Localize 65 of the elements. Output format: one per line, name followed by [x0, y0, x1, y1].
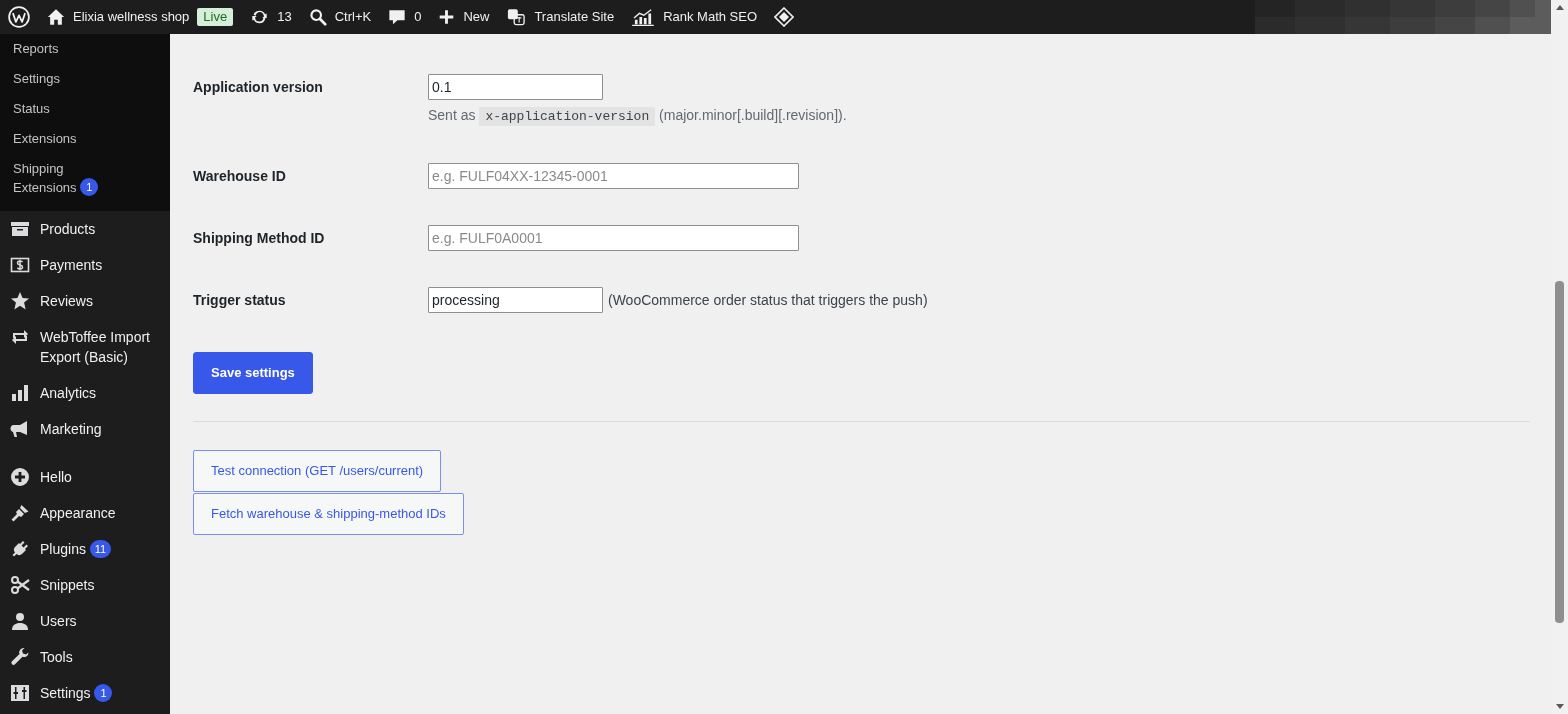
- count-badge: 1: [94, 684, 113, 702]
- menu-item[interactable]: Users: [0, 603, 170, 639]
- translate-site-link[interactable]: Translate Site: [506, 0, 615, 34]
- diamond-icon[interactable]: [774, 7, 795, 27]
- field-hint: (WooCommerce order status that triggers the push): [608, 291, 928, 310]
- count-badge: 1: [80, 178, 99, 196]
- field-description: Sent as x-application-version (major.minor[.build][.revision]).: [428, 106, 847, 127]
- test-connection-button[interactable]: Test connection (GET /users/current): [193, 450, 442, 492]
- star-icon: [10, 291, 30, 311]
- field-label: Trigger status: [193, 291, 287, 310]
- seo-menu-link[interactable]: Rank Math SEO: [631, 0, 758, 34]
- submenu-item[interactable]: Shipping Extensions 1: [0, 154, 170, 203]
- menu-item[interactable]: Hello: [0, 459, 170, 495]
- fetch-ids-button[interactable]: Fetch warehouse & shipping-method IDs: [193, 493, 464, 535]
- dollar-bill-icon: [10, 255, 30, 275]
- text-field[interactable]: 0.1: [428, 74, 603, 100]
- rising-chart-icon: [631, 8, 656, 26]
- menu-item[interactable]: Settings 1: [0, 675, 170, 711]
- sliders-icon: [10, 683, 30, 703]
- submenu-item[interactable]: Settings: [0, 64, 170, 94]
- scroll-up-icon[interactable]: [1555, 5, 1564, 10]
- paintbrush-icon: [10, 503, 30, 523]
- text-field[interactable]: e.g. FULF0A0001: [428, 225, 799, 251]
- field-label: Warehouse ID: [193, 167, 287, 186]
- submenu-item[interactable]: Status: [0, 94, 170, 124]
- scroll-down-icon[interactable]: [1555, 704, 1564, 709]
- count-badge: 11: [89, 540, 112, 558]
- plug-icon: [10, 539, 30, 559]
- search-icon: [308, 8, 327, 26]
- home-icon: [47, 8, 65, 26]
- menu-item[interactable]: Payments: [0, 247, 170, 283]
- text-field[interactable]: e.g. FULF04XX-12345-0001: [428, 163, 799, 189]
- logo-icon[interactable]: [8, 6, 30, 28]
- wrench-icon: [10, 647, 30, 667]
- menu-item[interactable]: WebToffee Import Export (Basic): [0, 319, 170, 375]
- field-label: Shipping Method ID: [193, 229, 326, 248]
- scrollbar-thumb[interactable]: [1555, 281, 1564, 623]
- user-icon: [10, 611, 30, 631]
- field-label: Application version: [193, 78, 324, 97]
- menu-item[interactable]: Products: [0, 211, 170, 247]
- translate-icon: [506, 8, 527, 26]
- submenu-item[interactable]: Reports: [0, 34, 170, 64]
- updates-link[interactable]: 13: [250, 0, 292, 34]
- environment-badge: Live: [197, 8, 234, 26]
- menu-item[interactable]: Plugins 11: [0, 531, 170, 567]
- menu-item[interactable]: Snippets: [0, 567, 170, 603]
- archive-icon: [10, 219, 30, 239]
- search-link[interactable]: Ctrl+K: [308, 0, 372, 34]
- refresh-icon: [250, 8, 270, 26]
- submenu-item[interactable]: Extensions: [0, 124, 170, 154]
- menu-item[interactable]: Analytics: [0, 375, 170, 411]
- save-settings-button[interactable]: Save settings: [193, 352, 313, 394]
- site-name-link[interactable]: Elixia wellness shop: [47, 0, 190, 34]
- plus-icon: [438, 8, 456, 26]
- menu-item[interactable]: Appearance: [0, 495, 170, 531]
- new-content-link[interactable]: New: [438, 0, 490, 34]
- megaphone-icon: [10, 419, 30, 439]
- scissors-icon: [10, 575, 30, 595]
- comment-icon: [388, 8, 407, 26]
- bar-chart-icon: [10, 383, 30, 403]
- menu-item[interactable]: Tools: [0, 639, 170, 675]
- text-field[interactable]: processing: [428, 287, 603, 313]
- menu-item[interactable]: Reviews: [0, 283, 170, 319]
- comments-link[interactable]: 0: [388, 0, 422, 34]
- menu-item[interactable]: Marketing: [0, 411, 170, 447]
